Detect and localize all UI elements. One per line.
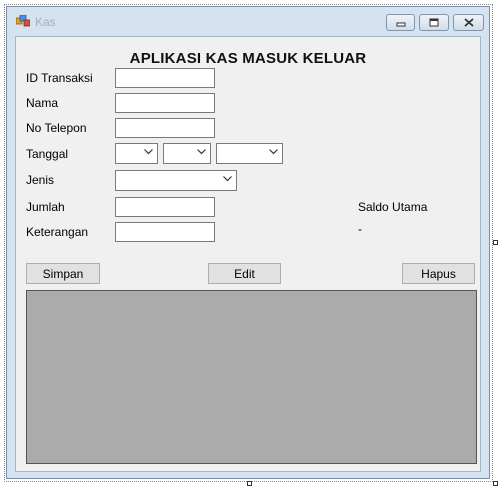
close-button[interactable] <box>453 14 484 31</box>
no-telepon-input[interactable] <box>115 118 215 138</box>
label-no-telepon: No Telepon <box>26 121 87 135</box>
jumlah-input[interactable] <box>115 197 215 217</box>
window-title: Kas <box>35 15 56 29</box>
chevron-down-icon <box>197 149 206 155</box>
keterangan-input[interactable] <box>115 222 215 242</box>
form-client-area: APLIKASI KAS MASUK KELUAR ID Transaksi N… <box>15 36 481 472</box>
edit-button[interactable]: Edit <box>208 263 281 284</box>
minimize-button[interactable] <box>386 14 415 31</box>
tanggal-day-select[interactable] <box>115 143 158 164</box>
minimize-icon <box>396 22 405 26</box>
page-title: APLIKASI KAS MASUK KELUAR <box>129 50 367 67</box>
maximize-button[interactable] <box>419 14 449 31</box>
maximize-icon <box>429 18 439 27</box>
label-keterangan: Keterangan <box>26 225 89 239</box>
chevron-down-icon <box>144 149 153 155</box>
title-bar[interactable]: Kas <box>7 7 489 33</box>
label-jenis: Jenis <box>26 173 55 187</box>
resize-handle-bottom[interactable] <box>247 481 252 486</box>
close-icon <box>463 18 474 27</box>
tanggal-month-select[interactable] <box>163 143 211 164</box>
chevron-down-icon <box>223 176 232 182</box>
label-nama: Nama <box>26 96 59 110</box>
app-window-icon <box>16 15 30 27</box>
saldo-utama-label: Saldo Utama <box>358 200 428 214</box>
label-id-transaksi: ID Transaksi <box>26 71 93 85</box>
nama-input[interactable] <box>115 93 215 113</box>
simpan-button[interactable]: Simpan <box>26 263 100 284</box>
hapus-button[interactable]: Hapus <box>402 263 475 284</box>
jenis-select[interactable] <box>115 170 237 191</box>
form-window: Kas APLIKASI KAS MASUK KELUAR ID Transak… <box>6 6 490 479</box>
label-tanggal: Tanggal <box>26 147 69 161</box>
saldo-utama-value: - <box>358 222 362 236</box>
data-grid[interactable] <box>26 290 477 464</box>
chevron-down-icon <box>269 149 278 155</box>
label-jumlah: Jumlah <box>26 200 65 214</box>
id-transaksi-input[interactable] <box>115 68 215 88</box>
tanggal-year-select[interactable] <box>216 143 283 164</box>
resize-handle-right[interactable] <box>493 240 498 245</box>
resize-handle-corner[interactable] <box>493 481 498 486</box>
